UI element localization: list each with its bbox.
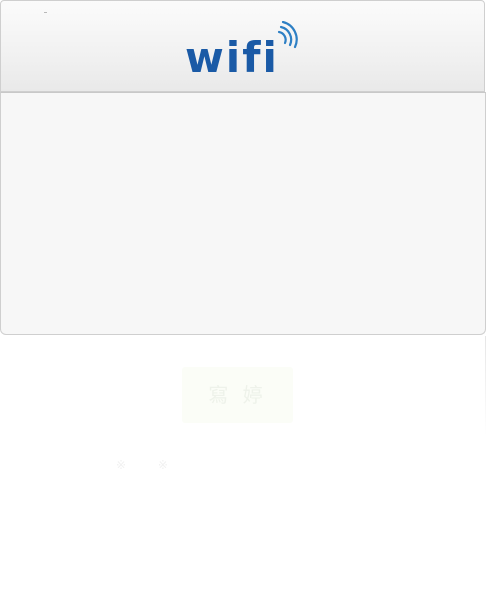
wifi-portal-page: wifi 寫 婷 ※ ※: [0, 0, 487, 596]
header-bar: wifi: [0, 0, 485, 92]
header-dot: [44, 12, 47, 13]
wifi-logo-text: wifi: [185, 33, 279, 79]
side-divider: [485, 336, 486, 436]
connect-button[interactable]: 寫 婷: [182, 367, 293, 423]
wifi-signal-icon: [277, 21, 298, 49]
footnote-text: ※ ※: [116, 458, 182, 472]
content-panel: [0, 92, 486, 335]
wifi-logo: wifi: [185, 21, 298, 79]
